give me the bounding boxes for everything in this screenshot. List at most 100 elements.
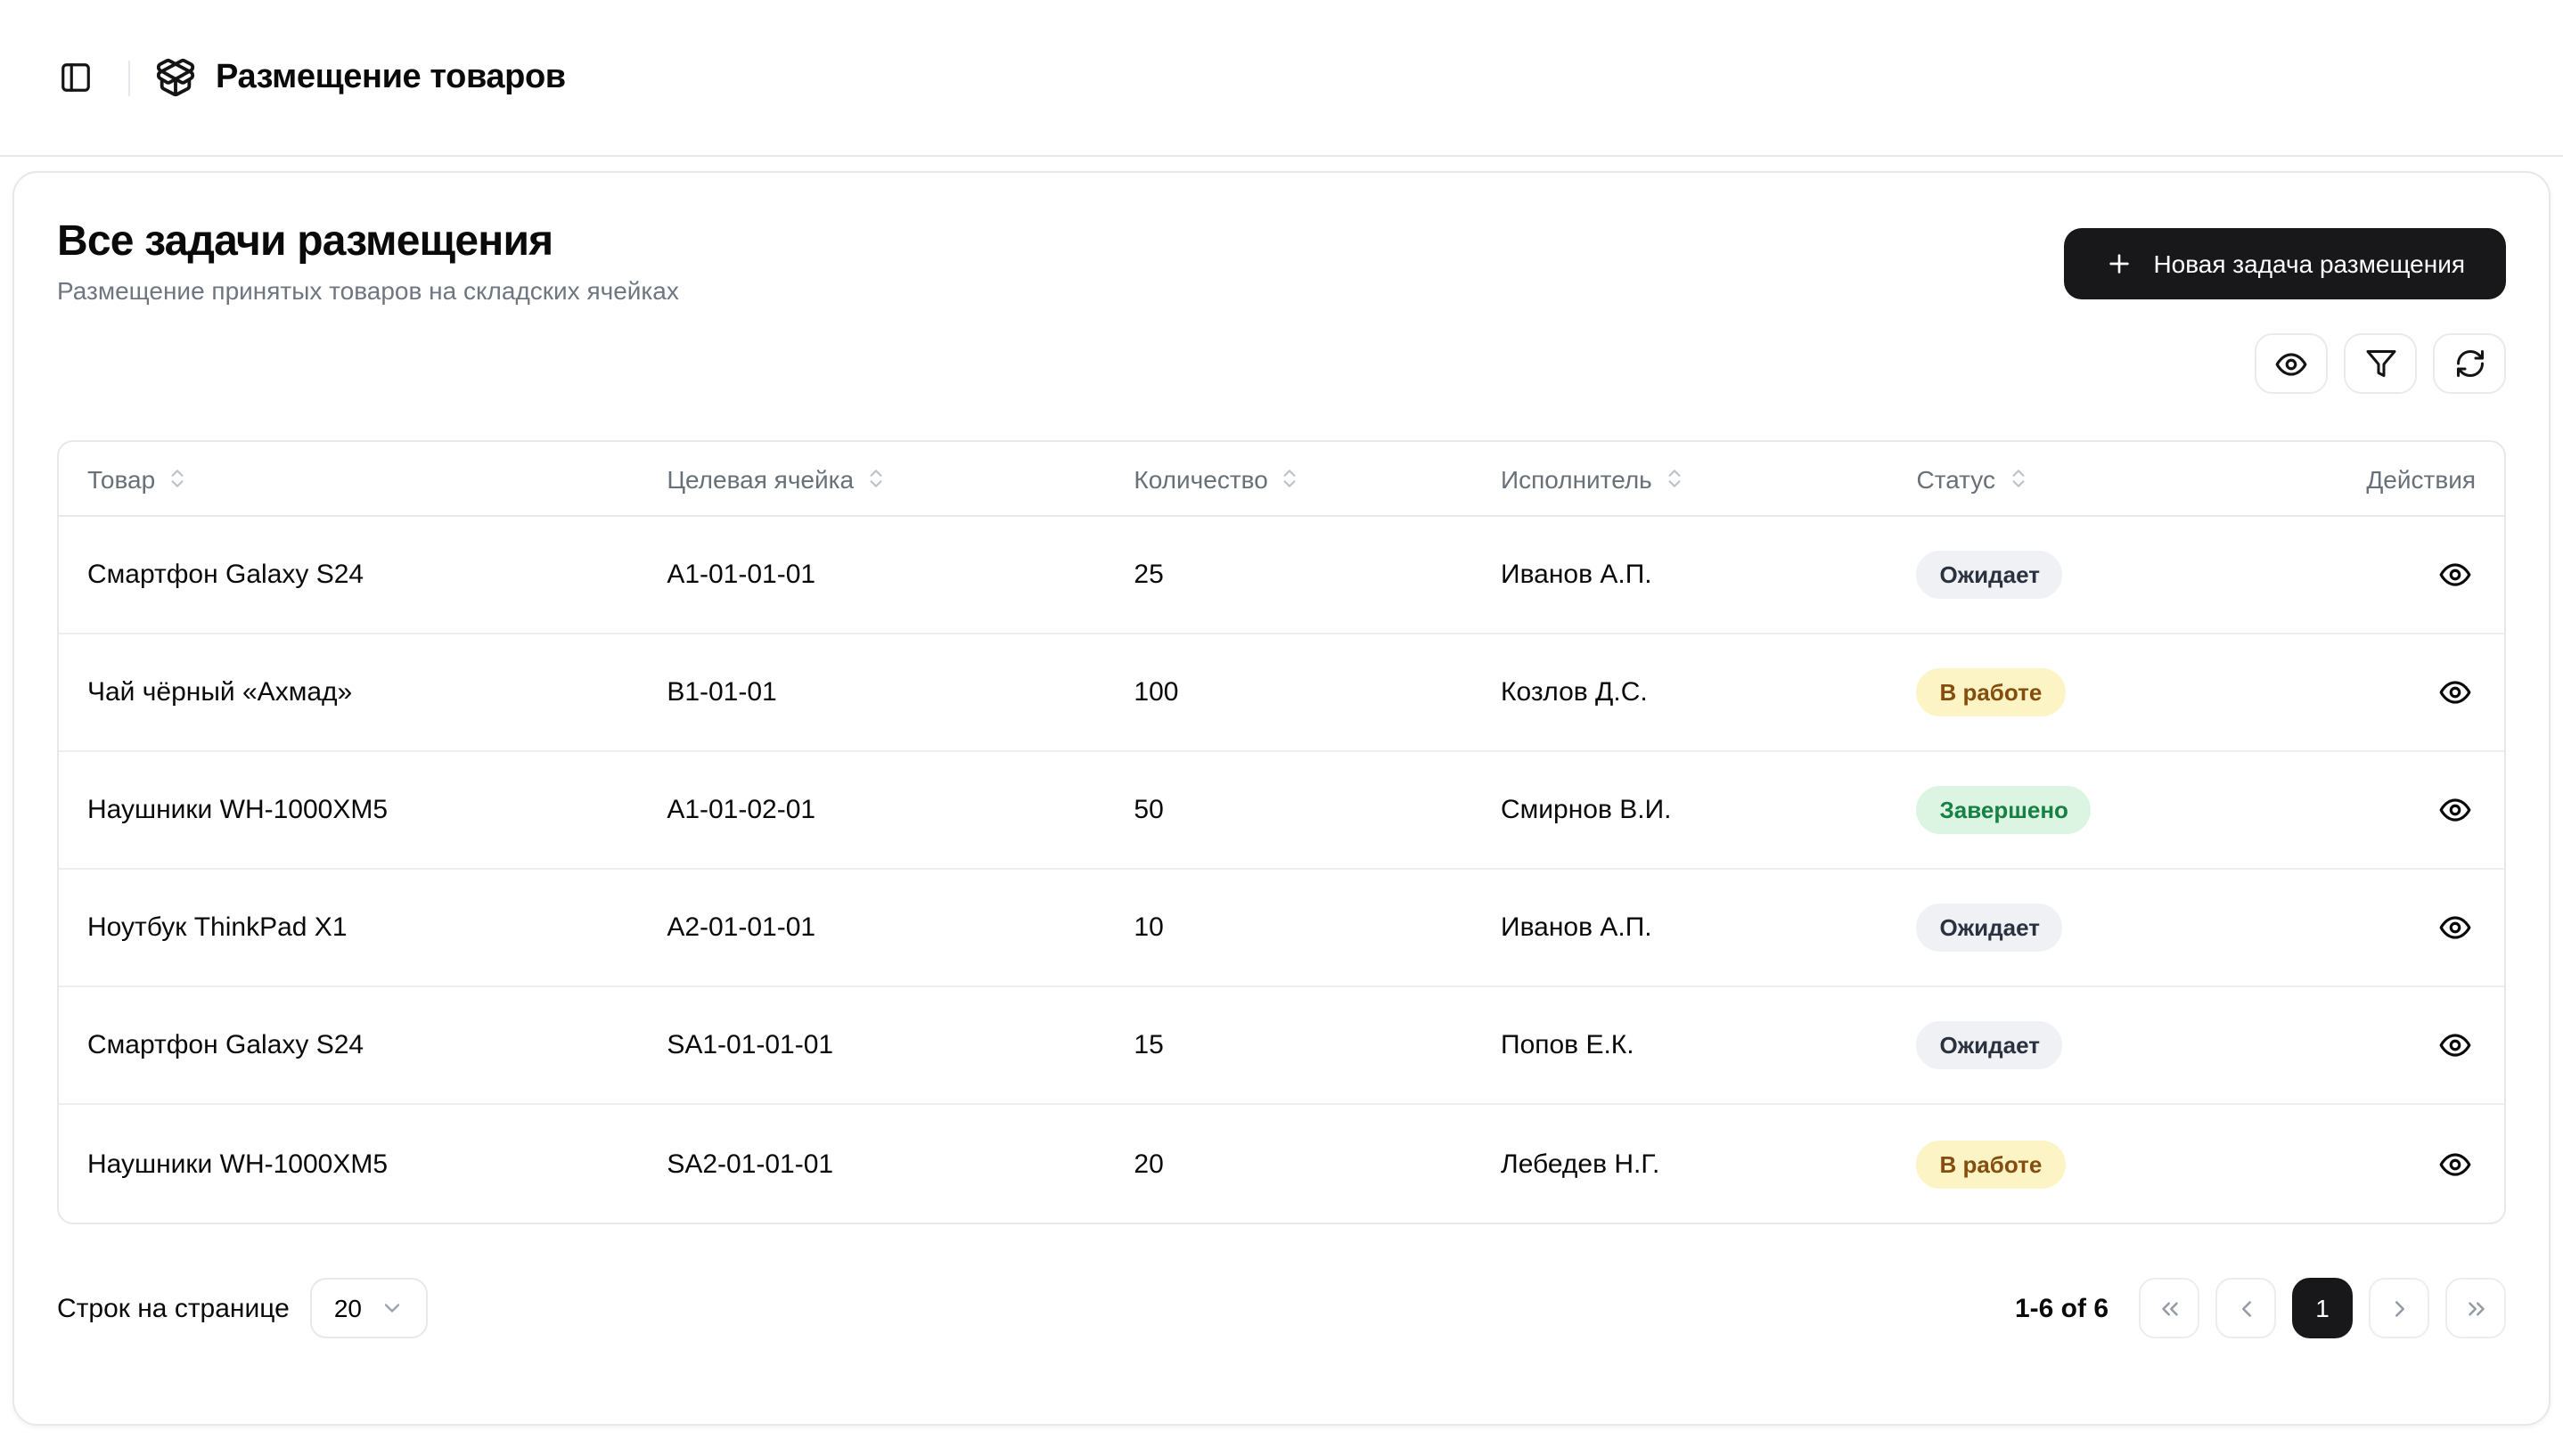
- eye-icon: [2275, 352, 2307, 376]
- new-task-button[interactable]: Новая задача размещения: [2064, 228, 2506, 299]
- column-label: Целевая ячейка: [667, 464, 855, 494]
- column-header-quantity[interactable]: Количество: [1105, 465, 1472, 494]
- product-name: Наушники WH-1000XM5: [87, 1149, 389, 1180]
- table-row: Ноутбук ThinkPad X1 A2-01-01-01 10 Ивано…: [59, 871, 2504, 988]
- pager-controls: 1-6 of 6 1: [2015, 1278, 2506, 1339]
- sort-icon: [1668, 470, 1681, 488]
- table-row: Смартфон Galaxy S24 A1-01-01-01 25 Ивано…: [59, 518, 2504, 635]
- plus-icon: [2109, 254, 2130, 274]
- cell-quantity: 100: [1105, 678, 1472, 708]
- column-header-target-cell[interactable]: Целевая ячейка: [638, 465, 1105, 494]
- chevron-left-icon: [2241, 1300, 2250, 1317]
- column-label: Исполнитель: [1501, 464, 1652, 494]
- cell-quantity: 10: [1105, 913, 1472, 944]
- cell-status: Ожидает: [1887, 904, 2342, 953]
- card-header: Все задачи размещения Размещение приняты…: [57, 216, 2506, 306]
- quantity-value: 15: [1134, 1030, 1164, 1061]
- view-task-button[interactable]: [2435, 790, 2476, 831]
- column-header-executor[interactable]: Исполнитель: [1472, 465, 1887, 494]
- product-name: Чай чёрный «Ахмад»: [87, 677, 353, 708]
- cell-actions: [2343, 790, 2504, 831]
- column-visibility-button[interactable]: [2255, 333, 2328, 395]
- column-header-actions: Действия: [2343, 465, 2504, 494]
- viewport: Размещение товаров Все задачи размещения…: [0, 0, 2563, 1456]
- eye-icon: [2439, 1152, 2471, 1176]
- refresh-button[interactable]: [2433, 333, 2506, 395]
- cell-product: Наушники WH-1000XM5: [59, 1149, 638, 1180]
- cell-product: Наушники WH-1000XM5: [59, 796, 638, 826]
- target-cell-code: A1-01-01-01: [667, 560, 816, 591]
- cell-product: Чай чёрный «Ахмад»: [59, 678, 638, 708]
- quantity-value: 25: [1134, 560, 1164, 591]
- sort-icon: [870, 470, 882, 488]
- status-badge: Завершено: [1916, 786, 2092, 835]
- next-page-button[interactable]: [2369, 1278, 2429, 1339]
- view-task-button[interactable]: [2435, 908, 2476, 949]
- package-open-icon: [156, 58, 195, 97]
- page-breadcrumb: Размещение товаров: [155, 57, 566, 98]
- product-name: Смартфон Galaxy S24: [87, 1030, 364, 1061]
- executor-name: Смирнов В.И.: [1501, 795, 1672, 826]
- cell-actions: [2343, 1026, 2504, 1067]
- column-label: Товар: [87, 464, 156, 494]
- cell-quantity: 25: [1105, 560, 1472, 591]
- column-label: Количество: [1134, 464, 1268, 494]
- table-toolbar: [57, 333, 2506, 395]
- target-cell-code: A2-01-01-01: [667, 912, 816, 944]
- table-row: Чай чёрный «Ахмад» B1-01-01 100 Козлов Д…: [59, 635, 2504, 753]
- sidebar-toggle-button[interactable]: [46, 49, 103, 106]
- target-cell-code: A1-01-02-01: [667, 795, 816, 826]
- panel-left-icon: [61, 63, 89, 92]
- table-row: Наушники WH-1000XM5 A1-01-02-01 50 Смирн…: [59, 753, 2504, 871]
- chevron-down-icon: [384, 1304, 400, 1313]
- page-body: Все задачи размещения Размещение приняты…: [0, 157, 2563, 1440]
- cell-actions: [2343, 673, 2504, 714]
- column-header-status[interactable]: Статус: [1887, 465, 2342, 494]
- eye-icon: [2439, 1034, 2471, 1058]
- quantity-value: 20: [1134, 1149, 1164, 1180]
- page-number-button[interactable]: 1: [2292, 1278, 2353, 1339]
- cell-executor: Иванов А.П.: [1472, 913, 1887, 944]
- product-name: Наушники WH-1000XM5: [87, 795, 389, 826]
- table-row: Смартфон Galaxy S24 SA1-01-01-01 15 Попо…: [59, 988, 2504, 1106]
- executor-name: Козлов Д.С.: [1501, 677, 1648, 708]
- last-page-button[interactable]: [2445, 1278, 2506, 1339]
- column-header-product[interactable]: Товар: [59, 465, 638, 494]
- sort-icon: [171, 470, 184, 488]
- cell-target-cell: B1-01-01: [638, 678, 1105, 708]
- quantity-value: 50: [1134, 795, 1164, 826]
- cell-product: Ноутбук ThinkPad X1: [59, 913, 638, 944]
- refresh-icon: [2456, 350, 2483, 378]
- view-task-button[interactable]: [2435, 555, 2476, 596]
- cell-executor: Иванов А.П.: [1472, 560, 1887, 591]
- cell-actions: [2343, 1144, 2504, 1185]
- cell-product: Смартфон Galaxy S24: [59, 1031, 638, 1061]
- cell-executor: Лебедев Н.Г.: [1472, 1149, 1887, 1180]
- pagination-bar: Строк на странице 20 1-6 of 6 1: [57, 1278, 2506, 1339]
- filter-icon: [2365, 350, 2395, 378]
- rows-per-page-select[interactable]: 20: [310, 1278, 428, 1339]
- card-heading: Все задачи размещения Размещение приняты…: [57, 216, 679, 306]
- target-cell-code: SA2-01-01-01: [667, 1149, 834, 1180]
- view-task-button[interactable]: [2435, 1144, 2476, 1185]
- status-badge: Ожидает: [1916, 904, 2063, 953]
- cell-executor: Попов Е.К.: [1472, 1031, 1887, 1061]
- app-header: Размещение товаров: [0, 0, 2563, 157]
- view-task-button[interactable]: [2435, 673, 2476, 714]
- cell-target-cell: A2-01-01-01: [638, 913, 1105, 944]
- prev-page-button[interactable]: [2215, 1278, 2276, 1339]
- page-subtitle: Размещение принятых товаров на складских…: [57, 276, 679, 306]
- cell-quantity: 15: [1105, 1031, 1472, 1061]
- quantity-value: 100: [1134, 677, 1179, 708]
- cell-executor: Козлов Д.С.: [1472, 678, 1887, 708]
- chevrons-left-icon: [2161, 1302, 2177, 1316]
- column-label: Статус: [1916, 464, 1995, 494]
- executor-name: Иванов А.П.: [1501, 560, 1652, 591]
- rows-per-page-label: Строк на странице: [57, 1293, 290, 1324]
- cell-target-cell: SA1-01-01-01: [638, 1031, 1105, 1061]
- filter-button[interactable]: [2344, 333, 2417, 395]
- first-page-button[interactable]: [2139, 1278, 2199, 1339]
- view-task-button[interactable]: [2435, 1026, 2476, 1067]
- eye-icon: [2439, 681, 2471, 705]
- eye-icon: [2439, 798, 2471, 822]
